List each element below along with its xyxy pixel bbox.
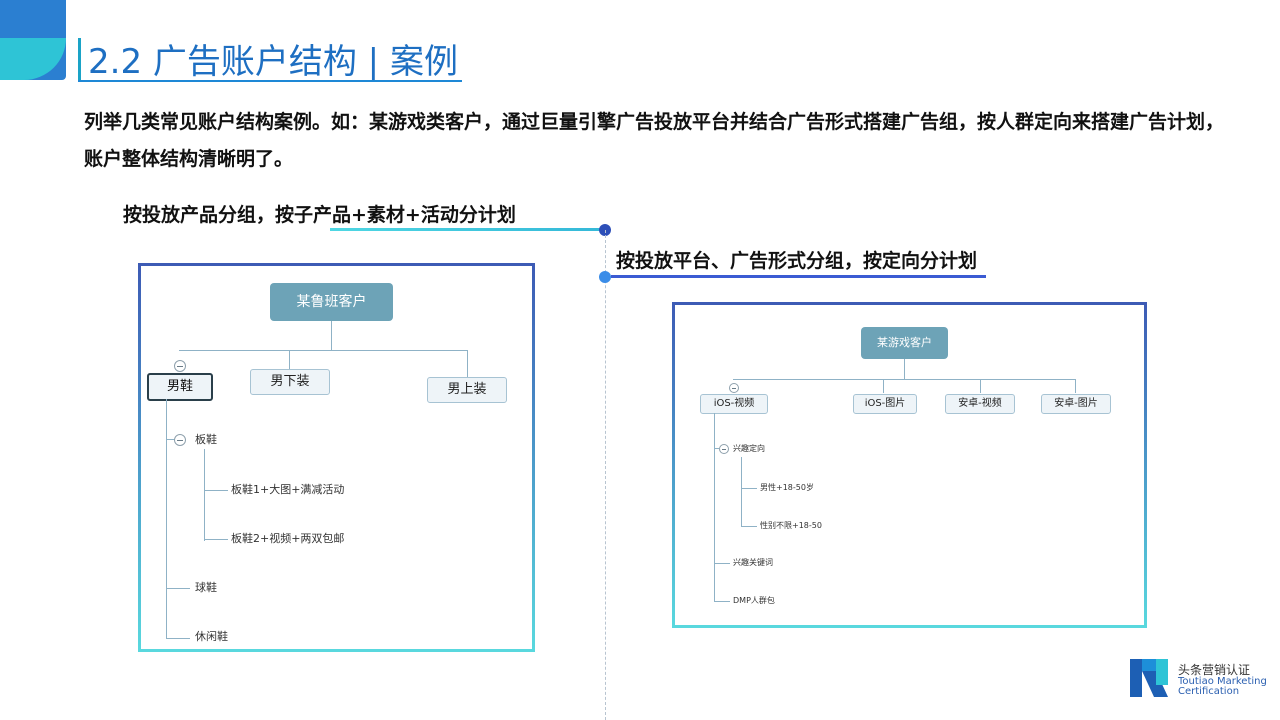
- left-heading: 按投放产品分组，按子产品+素材+活动分计划: [123, 204, 516, 226]
- connector: [166, 638, 190, 639]
- left-leaf-2[interactable]: 板鞋2+视频+两双包邮: [231, 530, 344, 546]
- logo-mark-icon: [1130, 659, 1168, 697]
- connector: [1075, 379, 1076, 393]
- connector: [980, 379, 981, 393]
- left-group-node-3[interactable]: 男上装: [427, 377, 507, 403]
- left-mindmap-frame: 某鲁班客户 男鞋 男下装 男上装 板鞋 板鞋1+大图+满减活动 板鞋2+视频+两…: [138, 263, 535, 652]
- right-heading: 按投放平台、广告形式分组，按定向分计划: [616, 250, 978, 272]
- connector: [166, 588, 190, 589]
- connector: [733, 379, 1075, 380]
- collapse-icon[interactable]: [729, 383, 739, 393]
- title-accent-bar: [78, 38, 81, 80]
- connector: [714, 413, 715, 602]
- connector: [741, 457, 742, 527]
- right-other-1[interactable]: 兴趣关键词: [733, 557, 773, 568]
- left-other-1[interactable]: 球鞋: [195, 579, 217, 595]
- connector: [467, 350, 468, 377]
- page-title: 2.2 广告账户结构 | 案例: [88, 42, 458, 82]
- connector: [204, 449, 205, 541]
- intro-paragraph: 列举几类常见账户结构案例。如：某游戏类客户，通过巨量引擎广告投放平台并结合广告形…: [84, 111, 1225, 170]
- right-root-node[interactable]: 某游戏客户: [861, 327, 948, 359]
- connector: [204, 490, 228, 491]
- connector: [741, 488, 757, 489]
- left-group-node-2[interactable]: 男下装: [250, 369, 330, 395]
- connector: [166, 399, 167, 639]
- center-divider: [605, 230, 606, 720]
- title-underline: [78, 80, 462, 82]
- connector: [331, 321, 332, 350]
- right-leaf-1[interactable]: 男性+18-50岁: [760, 482, 814, 493]
- logo-text-en-2: Certification: [1178, 686, 1240, 697]
- left-group-node-1[interactable]: 男鞋: [147, 373, 213, 401]
- left-root-node[interactable]: 某鲁班客户: [270, 283, 393, 321]
- connector: [883, 379, 884, 393]
- right-other-2[interactable]: DMP人群包: [733, 595, 775, 606]
- connector: [166, 439, 174, 440]
- collapse-icon[interactable]: [719, 444, 729, 454]
- connector: [714, 601, 730, 602]
- right-leaf-2[interactable]: 性别不限+18-50: [760, 520, 822, 531]
- right-mindmap-frame: 某游戏客户 iOS-视频 iOS-图片 安卓-视频 安卓-图片 兴趣定向 男性+…: [672, 302, 1147, 628]
- connector: [904, 359, 905, 379]
- right-group-node-3[interactable]: 安卓-视频: [945, 394, 1015, 414]
- right-group-node-2[interactable]: iOS-图片: [853, 394, 917, 414]
- connector: [289, 350, 290, 370]
- left-sub-node[interactable]: 板鞋: [195, 431, 217, 447]
- right-sub-node[interactable]: 兴趣定向: [733, 443, 765, 454]
- connector: [741, 526, 757, 527]
- right-group-node-1[interactable]: iOS-视频: [700, 394, 768, 414]
- connector: [179, 350, 467, 351]
- left-other-2[interactable]: 休闲鞋: [195, 628, 228, 644]
- left-heading-underline: [330, 228, 605, 231]
- left-leaf-1[interactable]: 板鞋1+大图+满减活动: [231, 481, 344, 497]
- connector: [204, 539, 228, 540]
- collapse-icon[interactable]: [174, 360, 186, 372]
- right-heading-underline: [611, 275, 986, 278]
- right-group-node-4[interactable]: 安卓-图片: [1041, 394, 1111, 414]
- collapse-icon[interactable]: [174, 434, 186, 446]
- connector: [714, 563, 730, 564]
- timeline-dot-right: [599, 271, 611, 283]
